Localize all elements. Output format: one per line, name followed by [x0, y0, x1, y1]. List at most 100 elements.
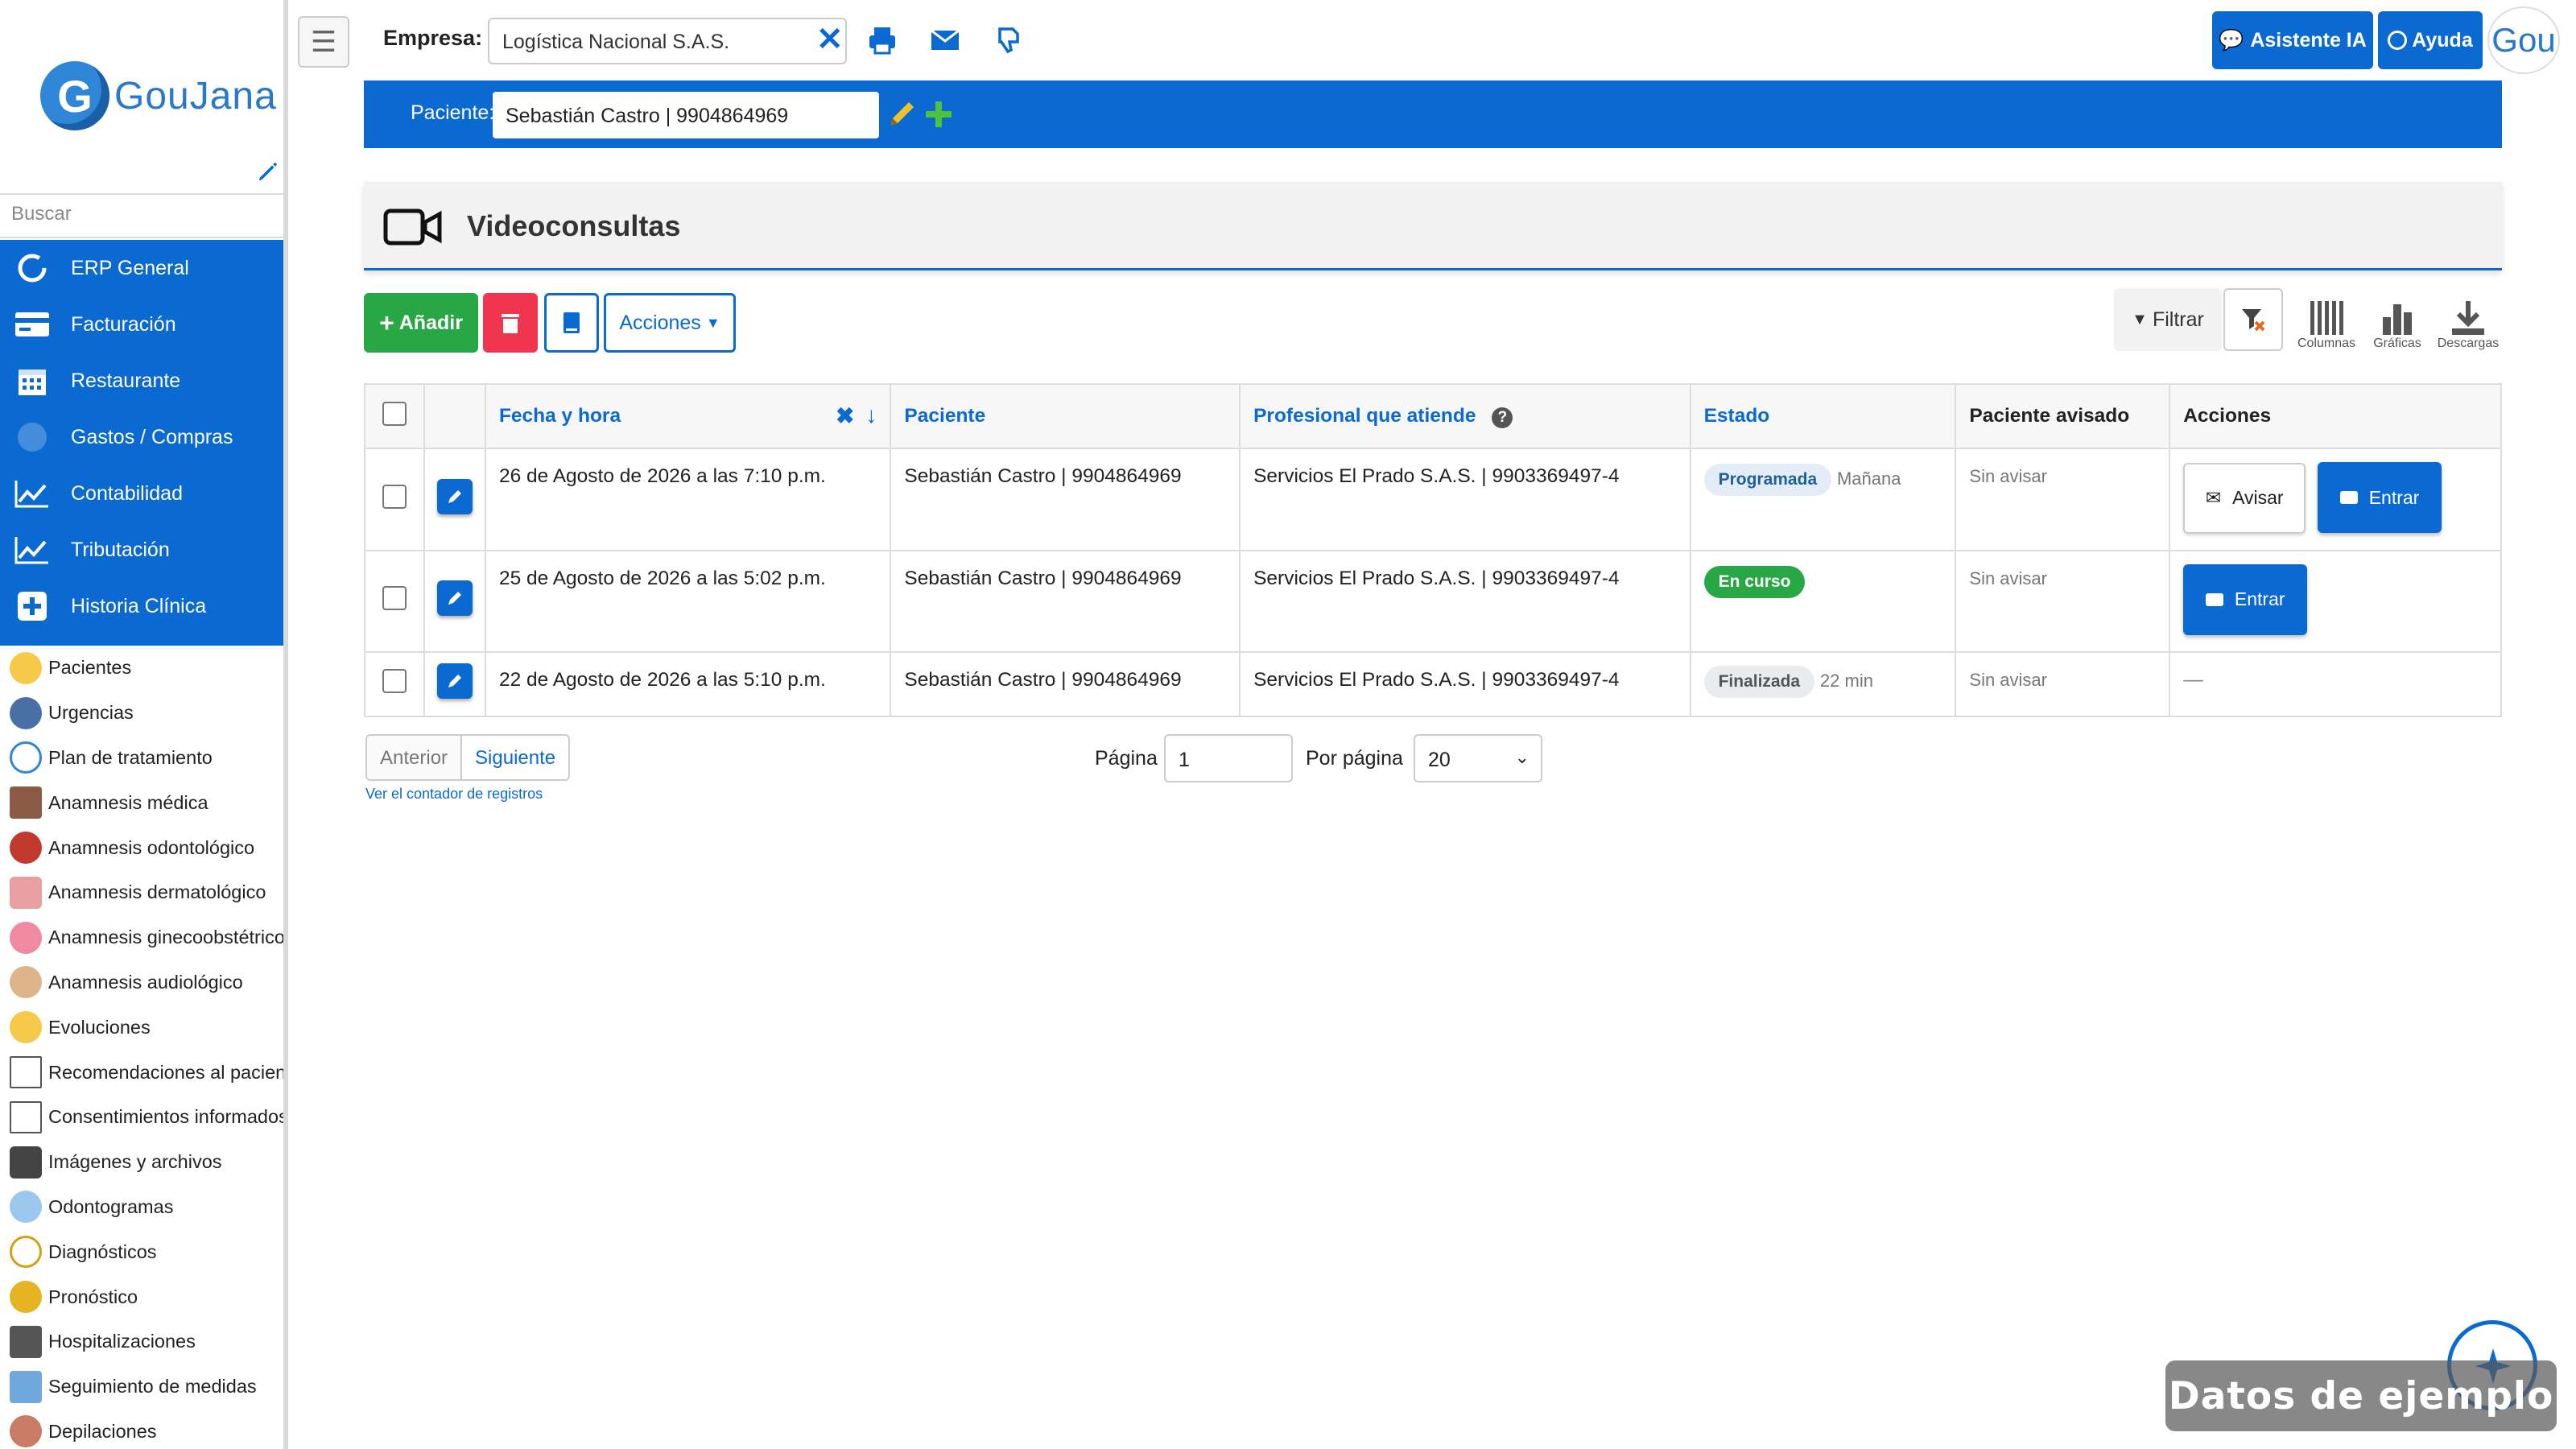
- cell-professional: Servicios El Prado S.A.S. | 9903369497-4: [1239, 650, 1691, 717]
- edit-row-button[interactable]: [436, 663, 473, 699]
- clinical-item-urgencias[interactable]: Urgencias: [0, 691, 283, 736]
- trash-icon: [502, 314, 519, 333]
- module-gastos-compras[interactable]: Gastos / Compras: [0, 409, 283, 465]
- mail-icon[interactable]: [929, 24, 961, 56]
- status-badge: Finalizada: [1703, 665, 1815, 698]
- prev-page-button[interactable]: Anterior: [367, 736, 463, 779]
- pencil-icon[interactable]: [886, 98, 918, 130]
- plus-icon[interactable]: [923, 98, 955, 130]
- clear-empresa-icon[interactable]: ✕: [816, 21, 844, 58]
- video-camera-icon: [2205, 592, 2223, 606]
- empresa-input[interactable]: Logística Nacional S.A.S.: [488, 18, 847, 64]
- select-all-checkbox[interactable]: [382, 401, 407, 426]
- page-number-input[interactable]: 1: [1164, 734, 1293, 782]
- hamburger-menu-button[interactable]: ☰: [298, 16, 349, 68]
- module-restaurante[interactable]: Restaurante: [0, 353, 283, 409]
- module-label: Tributación: [71, 538, 170, 561]
- ayuda-button[interactable]: Ayuda: [2378, 11, 2483, 69]
- cell-date: 22 de Agosto de 2026 a las 5:10 p.m.: [484, 650, 892, 717]
- clinical-item-anamnesis-odontologico[interactable]: Anamnesis odontológico: [0, 825, 283, 870]
- edit-row-button[interactable]: [436, 580, 473, 616]
- add-button[interactable]: + Añadir: [364, 293, 478, 353]
- next-page-button[interactable]: Siguiente: [462, 736, 568, 779]
- module-label: Restaurante: [71, 369, 181, 392]
- clinical-item-anamnesis-ginecoobstetrico[interactable]: Anamnesis ginecoobstétrico: [0, 915, 283, 960]
- clinical-item-anamnesis-medica[interactable]: Anamnesis médica: [0, 780, 283, 825]
- column-header-actions: Acciones: [2169, 383, 2502, 449]
- book-button[interactable]: [544, 293, 599, 353]
- row-edit-cell: [423, 650, 486, 717]
- charts-button[interactable]: Gráficas: [2370, 287, 2425, 351]
- clinical-item-recomendaciones[interactable]: Recomendaciones al paciente: [0, 1050, 283, 1095]
- row-checkbox[interactable]: [382, 484, 407, 509]
- acciones-dropdown[interactable]: Acciones ▼: [604, 293, 736, 353]
- clinical-item-diagnosticos[interactable]: Diagnósticos: [0, 1229, 283, 1274]
- help-icon[interactable]: ?: [1492, 407, 1513, 428]
- status-badge: Programada: [1703, 464, 1832, 496]
- module-erp-general[interactable]: ERP General: [0, 240, 283, 296]
- arrow-down-icon[interactable]: ↓: [865, 402, 877, 428]
- entrar-button[interactable]: Entrar: [2318, 462, 2442, 533]
- filter-button[interactable]: ▼ Filtrar: [2114, 288, 2222, 351]
- chart-line-icon: [13, 477, 52, 510]
- logo-text: GouJana: [114, 74, 277, 118]
- clinical-item-pronostico[interactable]: Pronóstico: [0, 1274, 283, 1319]
- cell-status: Finalizada 22 min: [1689, 650, 1957, 717]
- entrar-button[interactable]: Entrar: [2183, 564, 2308, 635]
- asistente-ia-button[interactable]: 💬 Asistente IA: [2212, 11, 2373, 69]
- row-checkbox[interactable]: [382, 586, 407, 610]
- columns-icon: [2310, 301, 2343, 335]
- column-header-status[interactable]: Estado: [1689, 383, 1957, 449]
- chat-icon: 💬: [2219, 28, 2244, 52]
- print-icon[interactable]: [866, 24, 898, 56]
- clinical-item-anamnesis-audiologico[interactable]: Anamnesis audiológico: [0, 960, 283, 1005]
- clinical-item-anamnesis-dermatologico[interactable]: Anamnesis dermatológico: [0, 870, 283, 915]
- module-historia-clinica[interactable]: Historia Clínica: [0, 578, 283, 634]
- edit-row-button[interactable]: [436, 478, 473, 514]
- clinical-item-depilaciones[interactable]: Depilaciones: [0, 1410, 283, 1449]
- dislike-icon[interactable]: [993, 24, 1026, 56]
- row-select-cell: [364, 549, 425, 653]
- module-contabilidad[interactable]: Contabilidad: [0, 465, 283, 522]
- clinical-item-plan-tratamiento[interactable]: Plan de tratamiento: [0, 736, 283, 781]
- record-counter-link[interactable]: Ver el contador de registros: [365, 786, 543, 803]
- row-checkbox[interactable]: [382, 669, 407, 693]
- clinical-item-hospitalizaciones[interactable]: Hospitalizaciones: [0, 1319, 283, 1364]
- logo[interactable]: G GouJana: [40, 61, 277, 130]
- avatar[interactable]: Gou: [2487, 6, 2560, 74]
- filter-clear-icon: [2242, 309, 2265, 332]
- module-facturacion[interactable]: Facturación: [0, 296, 283, 353]
- columns-button[interactable]: Columnas: [2297, 287, 2355, 351]
- status-note: 22 min: [1819, 670, 1873, 691]
- clear-sort-icon[interactable]: ✖: [836, 402, 854, 429]
- delete-button[interactable]: [483, 293, 538, 353]
- column-header-patient[interactable]: Paciente: [890, 383, 1241, 449]
- column-header-professional[interactable]: Profesional que atiende?: [1239, 383, 1691, 449]
- avisar-button[interactable]: ✉ Avisar: [2183, 462, 2306, 534]
- module-label: Contabilidad: [71, 481, 183, 505]
- downloads-button[interactable]: Descargas: [2434, 287, 2502, 351]
- pencil-icon: [448, 592, 461, 605]
- clinical-item-evoluciones[interactable]: Evoluciones: [0, 1005, 283, 1050]
- per-page-select[interactable]: 20 ⌄: [1414, 734, 1542, 782]
- pencil-icon[interactable]: [256, 159, 280, 184]
- cell-patient: Sebastián Castro | 9904864969: [890, 448, 1241, 551]
- clinical-item-imagenes[interactable]: Imágenes y archivos: [0, 1140, 283, 1185]
- clock-plus-icon: [10, 741, 42, 774]
- column-header-date[interactable]: Fecha y hora ✖ ↓: [484, 383, 892, 449]
- module-tributacion[interactable]: Tributación: [0, 522, 283, 578]
- clinical-item-seguimiento-medidas[interactable]: Seguimiento de medidas: [0, 1364, 283, 1410]
- sidebar-search-input[interactable]: Buscar: [0, 193, 283, 238]
- patient-input[interactable]: Sebastián Castro | 9904864969: [493, 92, 879, 138]
- clinical-item-odontogramas[interactable]: Odontogramas: [0, 1185, 283, 1230]
- patient-label: Paciente:: [411, 101, 495, 124]
- clinical-item-consentimientos[interactable]: Consentimientos informados: [0, 1095, 283, 1140]
- clinical-item-pacientes[interactable]: Pacientes: [0, 646, 283, 691]
- blur-icon: [13, 421, 52, 453]
- skin-icon: [10, 876, 42, 909]
- clear-filter-button[interactable]: [2223, 288, 2283, 351]
- card-icon: [13, 308, 52, 341]
- column-header-notified: Paciente avisado: [1955, 383, 2171, 449]
- sample-data-watermark: Datos de ejemplo: [2165, 1360, 2557, 1431]
- cell-actions: —: [2169, 650, 2502, 717]
